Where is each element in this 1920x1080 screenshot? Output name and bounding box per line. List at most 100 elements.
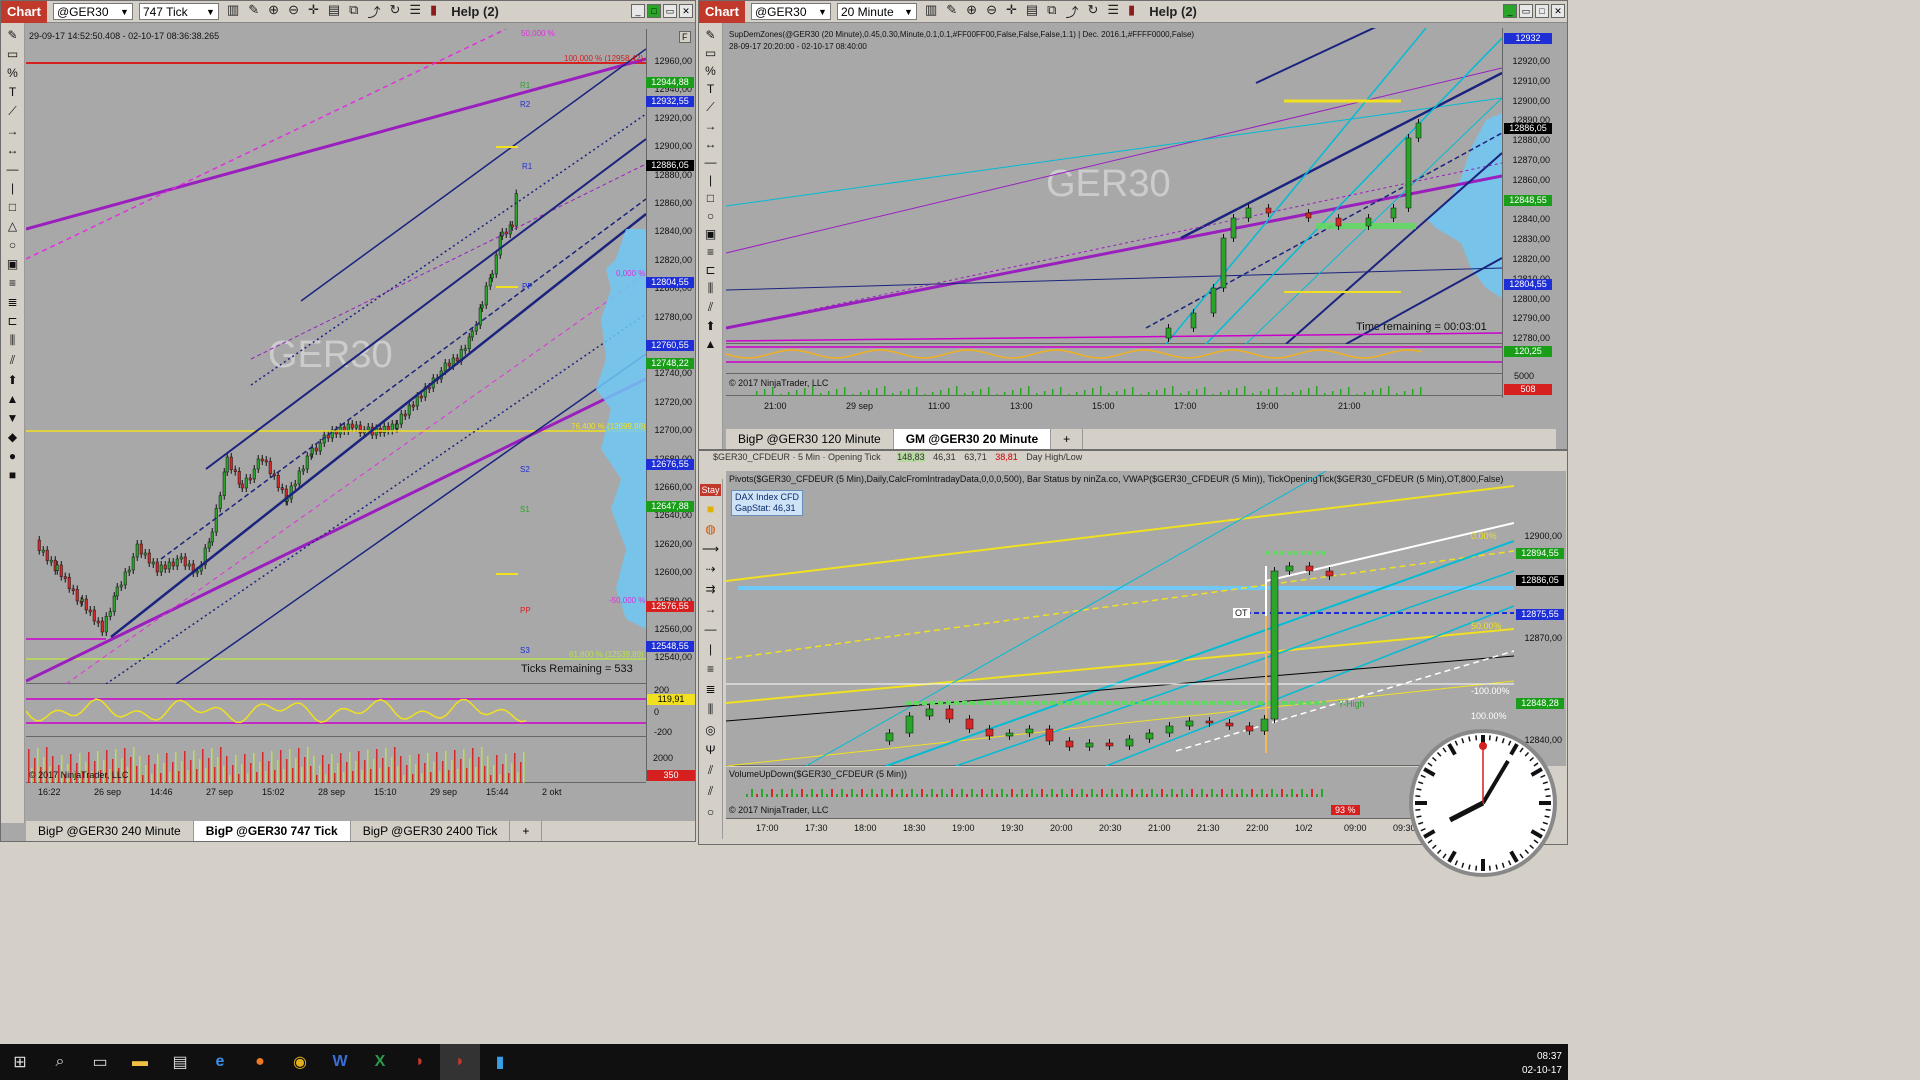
system-clock[interactable]: 08:37 02-10-17	[1522, 1050, 1562, 1078]
fork-icon[interactable]: Ψ	[705, 743, 715, 757]
properties-icon[interactable]: ▤	[1026, 2, 1038, 21]
add-tab-button[interactable]: +	[1051, 429, 1084, 449]
gann-icon[interactable]: ⫼	[708, 281, 714, 296]
risk-icon[interactable]: %	[7, 66, 18, 80]
maximize-button[interactable]: □	[647, 4, 661, 18]
zoom-out-icon[interactable]: ⊖	[986, 2, 997, 21]
tab-20-minute[interactable]: GM @GER30 20 Minute	[893, 429, 1052, 449]
fib-icon[interactable]: ≡	[707, 245, 714, 259]
text-icon[interactable]: T	[707, 82, 714, 96]
minimize-button[interactable]: _	[631, 4, 645, 18]
zoom-in-icon[interactable]: ⊕	[268, 2, 279, 21]
collapse-toggle[interactable]: F	[679, 31, 691, 43]
triangle-down-icon[interactable]: ▼	[7, 411, 19, 425]
palette-icon[interactable]: ◍	[705, 522, 715, 536]
add-tab-button[interactable]: +	[510, 821, 543, 841]
restore-button[interactable]: ▭	[663, 4, 677, 18]
strip-period[interactable]: 5 Min	[798, 452, 820, 462]
line-icon[interactable]: ⟋	[706, 100, 714, 115]
book-icon[interactable]: ▮	[1128, 2, 1135, 21]
triangle-up-icon[interactable]: ▲	[7, 392, 19, 406]
task-view-icon[interactable]: ▭	[80, 1044, 120, 1080]
dot-icon[interactable]: ●	[9, 449, 16, 463]
fib-ext-icon[interactable]: ≣	[7, 295, 17, 309]
pencil-icon[interactable]: ✎	[248, 2, 259, 21]
channel-icon[interactable]: ⫽	[708, 763, 713, 778]
reload-icon[interactable]: ↻	[389, 2, 400, 21]
template-icon[interactable]: ⧉	[349, 2, 358, 21]
chrome-icon[interactable]: ◉	[280, 1044, 320, 1080]
edge-icon[interactable]: e	[200, 1044, 240, 1080]
excel-icon[interactable]: X	[360, 1044, 400, 1080]
tab-240-minute[interactable]: BigP @GER30 240 Minute	[26, 821, 194, 841]
instrument-selector[interactable]: @GER30 ▼	[750, 3, 831, 20]
gann-icon[interactable]: ⫼	[708, 702, 714, 717]
double-arrow-icon[interactable]: ⇉	[705, 582, 715, 596]
ray-icon[interactable]: →	[7, 124, 19, 138]
stay-button[interactable]: Stay	[700, 484, 721, 496]
strip-day-high-low[interactable]: Day High/Low	[1026, 452, 1082, 462]
tab-120-minute[interactable]: BigP @GER30 120 Minute	[726, 429, 894, 449]
left-oscillator-panel[interactable]: 200 0 -200	[26, 685, 672, 737]
fib-icon[interactable]: ≡	[707, 662, 714, 676]
tws-icon[interactable]: ▮	[480, 1044, 520, 1080]
left-price-axis[interactable]: 12960,00 12940,00 12920,00 12900,00 12880,00…	[646, 29, 695, 781]
yellow-box-icon[interactable]: ■	[707, 502, 714, 516]
restore-button[interactable]: ▭	[1519, 4, 1533, 18]
ruler-icon[interactable]: ▭	[7, 47, 18, 61]
strip-opening-tick[interactable]: Opening Tick	[828, 452, 881, 462]
help-menu[interactable]: Help (2)	[451, 4, 499, 19]
left-price-plot[interactable]: 29-09-17 14:52:50.408 - 02-10-17 08:36:3…	[26, 29, 646, 684]
arrow-right-icon[interactable]: →	[705, 602, 717, 616]
ninjatrader8-icon[interactable]: ◗	[440, 1044, 480, 1080]
right-top-price-plot[interactable]: SupDemZones(@GER30 (20 Minute),0.45,0.30…	[726, 28, 1502, 344]
ellipse-icon[interactable]: ○	[707, 209, 714, 223]
windows-start-icon[interactable]: ⊞	[0, 1044, 40, 1080]
period-selector[interactable]: 20 Minute ▼	[836, 3, 917, 20]
list-icon[interactable]: ☰	[409, 2, 421, 21]
right-bottom-price-plot[interactable]: Pivots($GER30_CFDEUR (5 Min),Daily,CalcF…	[726, 471, 1514, 766]
tab-2400-tick[interactable]: BigP @GER30 2400 Tick	[351, 821, 511, 841]
left-time-axis[interactable]: 16:22 26 sep 14:46 27 sep 15:02 28 sep 15:10 29…	[26, 783, 646, 813]
right-bottom-volume[interactable]: VolumeUpDown($GER30_CFDEUR (5 Min)) © 20…	[726, 767, 1514, 819]
strategy-icon[interactable]: ⤴	[367, 2, 380, 21]
properties-icon[interactable]: ▤	[328, 2, 340, 21]
triangle-icon[interactable]: △	[8, 219, 17, 233]
close-button[interactable]: ✕	[1551, 4, 1565, 18]
template-icon[interactable]: ⧉	[1047, 2, 1056, 21]
list-icon[interactable]: ☰	[1107, 2, 1119, 21]
zoom-in-icon[interactable]: ⊕	[966, 2, 977, 21]
risk-icon[interactable]: %	[705, 64, 716, 78]
zoom-out-icon[interactable]: ⊖	[288, 2, 299, 21]
arrow-up-icon[interactable]: ⬆	[705, 319, 715, 333]
vertical-line-icon[interactable]: |	[11, 181, 14, 195]
bars-icon[interactable]: ▥	[925, 2, 937, 21]
line-icon[interactable]: ⟋	[8, 104, 16, 119]
search-icon[interactable]: ⌕	[40, 1044, 80, 1080]
right-top-oscillator[interactable]	[726, 344, 1502, 374]
app-icon[interactable]: ▤	[160, 1044, 200, 1080]
horizontal-line-icon[interactable]: —	[705, 622, 717, 636]
firefox-icon[interactable]: ●	[240, 1044, 280, 1080]
ellipse-icon[interactable]: ○	[9, 238, 16, 252]
file-explorer-icon[interactable]: ▬	[120, 1044, 160, 1080]
horizontal-line-icon[interactable]: —	[7, 162, 19, 176]
channel-icon[interactable]: ⫽	[708, 300, 713, 315]
arrow-up-icon[interactable]: ⬆	[7, 373, 17, 387]
right-bottom-price-axis[interactable]: 12900,00 12870,00 12840,00 12894,55 12886,0…	[1514, 471, 1566, 766]
triangle-up-icon[interactable]: ▲	[705, 337, 717, 351]
fib-icon[interactable]: ≡	[9, 276, 16, 290]
fib-time-icon[interactable]: ⊏	[7, 314, 17, 328]
vertical-line-icon[interactable]: |	[709, 642, 712, 656]
fib-time-icon[interactable]: ⊏	[705, 263, 715, 277]
text-icon[interactable]: T	[9, 85, 16, 99]
strip-instrument[interactable]: $GER30_CFDEUR	[713, 452, 790, 462]
help-menu[interactable]: Help (2)	[1149, 4, 1197, 19]
tab-747-tick[interactable]: BigP @GER30 747 Tick	[193, 821, 351, 841]
square-icon[interactable]: ■	[9, 468, 16, 482]
close-button[interactable]: ✕	[679, 4, 693, 18]
chart-menu-button[interactable]: Chart	[699, 1, 745, 23]
gann-icon[interactable]: ⫼	[10, 333, 16, 348]
vertical-line-icon[interactable]: |	[709, 173, 712, 187]
reload-icon[interactable]: ↻	[1087, 2, 1098, 21]
